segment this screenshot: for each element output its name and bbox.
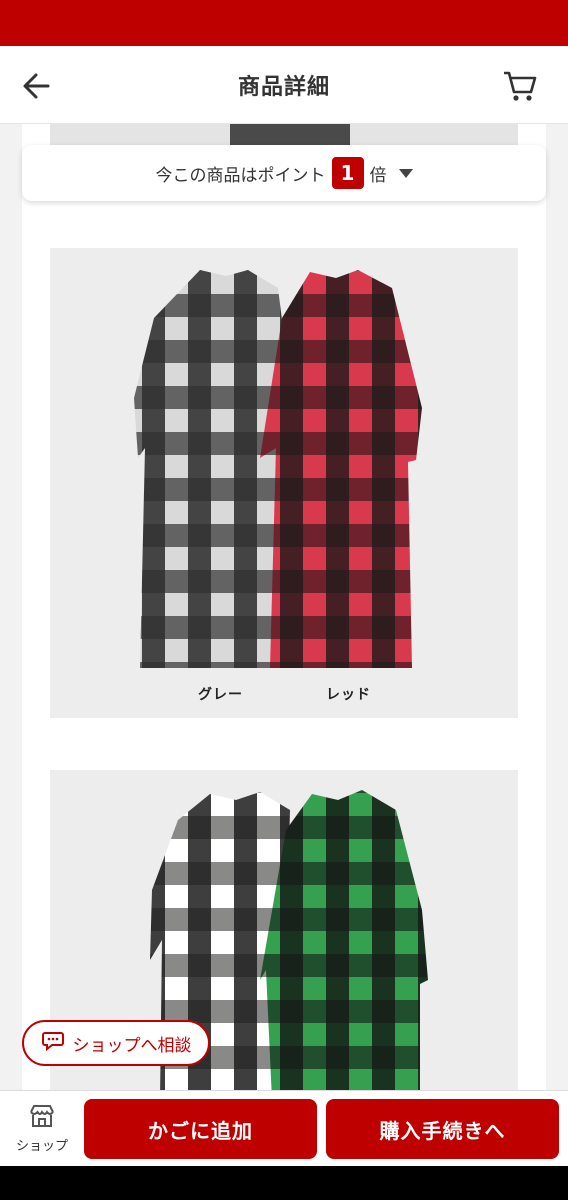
app-header: 商品詳細: [0, 46, 568, 124]
shop-tab-label: ショップ: [15, 1139, 68, 1154]
color-caption-red: レッド: [326, 687, 371, 703]
color-caption-gray: グレー: [198, 687, 243, 703]
bottom-action-bar: ショップ かごに追加 購入手続きへ: [0, 1090, 568, 1166]
consult-shop-button[interactable]: ショップへ相談: [22, 1020, 210, 1066]
previous-product-image: [50, 124, 518, 146]
caret-down-icon[interactable]: [398, 168, 413, 178]
cart-icon[interactable]: [500, 66, 540, 106]
point-multiplier-badge: 1: [331, 157, 364, 189]
chat-icon: [41, 1028, 67, 1058]
page-title: 商品詳細: [237, 74, 330, 100]
point-multiplier-banner[interactable]: 今この商品はポイント 1 倍: [22, 145, 546, 201]
arrow-left-icon[interactable]: [18, 66, 58, 106]
store-icon: [28, 1105, 56, 1133]
consult-shop-label: ショップへ相談: [72, 1035, 192, 1056]
point-banner-text: 今この商品はポイント: [155, 165, 326, 186]
product-photo-gray-red: グレー レッド: [50, 248, 518, 718]
shop-tab[interactable]: ショップ: [6, 1103, 78, 1159]
checkout-button[interactable]: 購入手続きへ: [326, 1099, 559, 1159]
point-banner-suffix: 倍: [369, 165, 387, 186]
status-bar: [0, 0, 568, 46]
add-to-cart-button[interactable]: かごに追加: [84, 1099, 317, 1159]
system-nav-bar: [0, 1166, 568, 1200]
